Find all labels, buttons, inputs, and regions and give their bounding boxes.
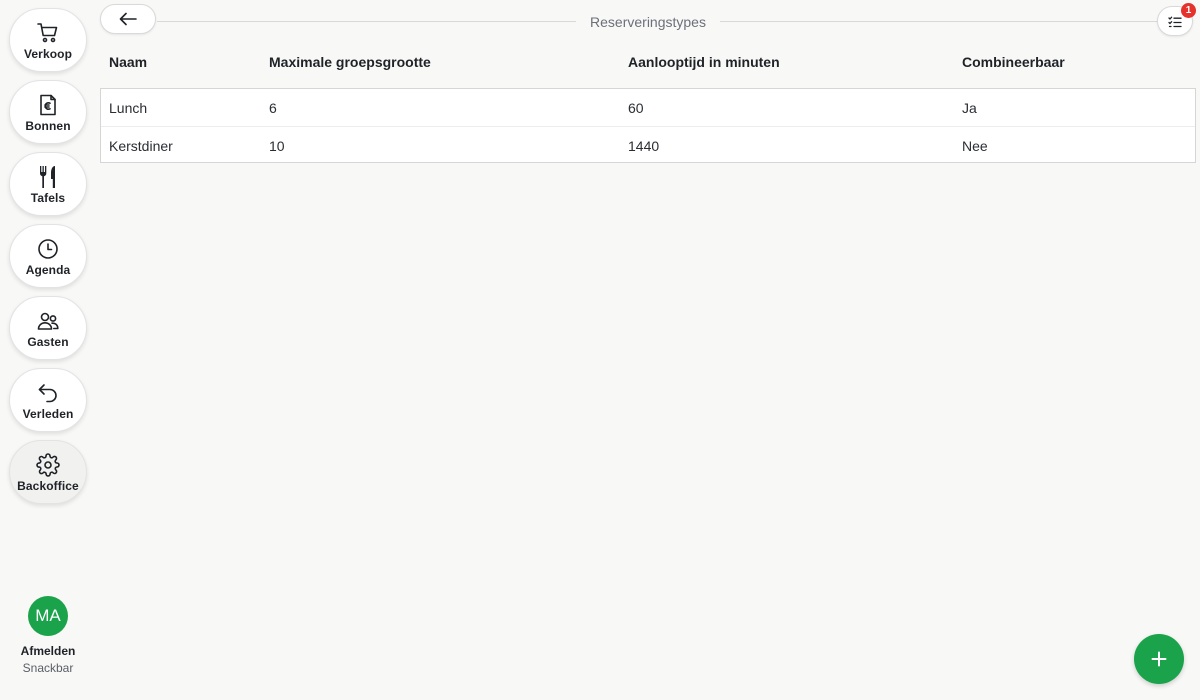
nav-verleden-label: Verleden (22, 407, 74, 421)
table-row[interactable]: Kerstdiner 10 1440 Nee (101, 126, 1195, 163)
cell-naam: Kerstdiner (109, 138, 173, 154)
notification-badge: 1 (1181, 3, 1196, 18)
column-header-combineerbaar[interactable]: Combineerbaar (962, 54, 1065, 70)
logout-button[interactable]: Afmelden (0, 644, 96, 658)
table-row[interactable]: Lunch 6 60 Ja (101, 89, 1195, 126)
nav-gasten-label: Gasten (27, 335, 69, 349)
cart-icon (36, 21, 60, 45)
column-header-maximale-groepsgrootte[interactable]: Maximale groepsgrootte (269, 54, 431, 70)
nav-verkoop-button[interactable]: Verkoop (9, 8, 87, 72)
undo-arrow-icon (36, 381, 60, 405)
nav-backoffice-label: Backoffice (17, 479, 79, 493)
cutlery-icon (36, 165, 60, 189)
receipt-euro-icon (36, 93, 60, 117)
add-button[interactable] (1134, 634, 1184, 684)
nav-verkoop-label: Verkoop (23, 47, 73, 61)
column-header-naam[interactable]: Naam (109, 54, 147, 70)
nav-agenda-label: Agenda (25, 263, 71, 277)
nav-verleden-button[interactable]: Verleden (9, 368, 87, 432)
user-avatar[interactable]: MA (28, 596, 68, 636)
cell-aanlooptijd: 60 (628, 100, 644, 116)
checklist-icon (1168, 15, 1182, 28)
cell-aanlooptijd: 1440 (628, 138, 660, 154)
header-divider-right (720, 21, 1157, 22)
cell-maximale-groepsgrootte: 10 (269, 138, 285, 154)
back-button[interactable] (100, 4, 156, 34)
cell-naam: Lunch (109, 100, 148, 116)
nav-bonnen-button[interactable]: Bonnen (9, 80, 87, 144)
cell-combineerbaar: Nee (962, 138, 988, 154)
nav-agenda-button[interactable]: Agenda (9, 224, 87, 288)
gear-icon (36, 453, 60, 477)
header-divider-left (157, 21, 576, 22)
clock-icon (36, 237, 60, 261)
arrow-left-icon (119, 12, 137, 26)
cell-maximale-groepsgrootte: 6 (269, 100, 277, 116)
nav-tafels-label: Tafels (30, 191, 66, 205)
sidebar: Verkoop Bonnen Tafels Agenda Gasten Verl… (0, 0, 96, 700)
users-icon (36, 309, 60, 333)
page-title: Reserveringstypes (590, 14, 706, 30)
column-header-aanlooptijd[interactable]: Aanlooptijd in minuten (628, 54, 780, 70)
user-role-label: Snackbar (22, 661, 74, 675)
nav-backoffice-button[interactable]: Backoffice (9, 440, 87, 504)
table-header: Naam Maximale groepsgrootte Aanlooptijd … (100, 54, 1196, 76)
reservation-types-table: Lunch 6 60 Ja Kerstdiner 10 1440 Nee (100, 88, 1196, 163)
nav-bonnen-label: Bonnen (25, 119, 71, 133)
plus-icon (1151, 651, 1167, 667)
cell-combineerbaar: Ja (962, 100, 977, 116)
nav-tafels-button[interactable]: Tafels (9, 152, 87, 216)
nav-gasten-button[interactable]: Gasten (9, 296, 87, 360)
